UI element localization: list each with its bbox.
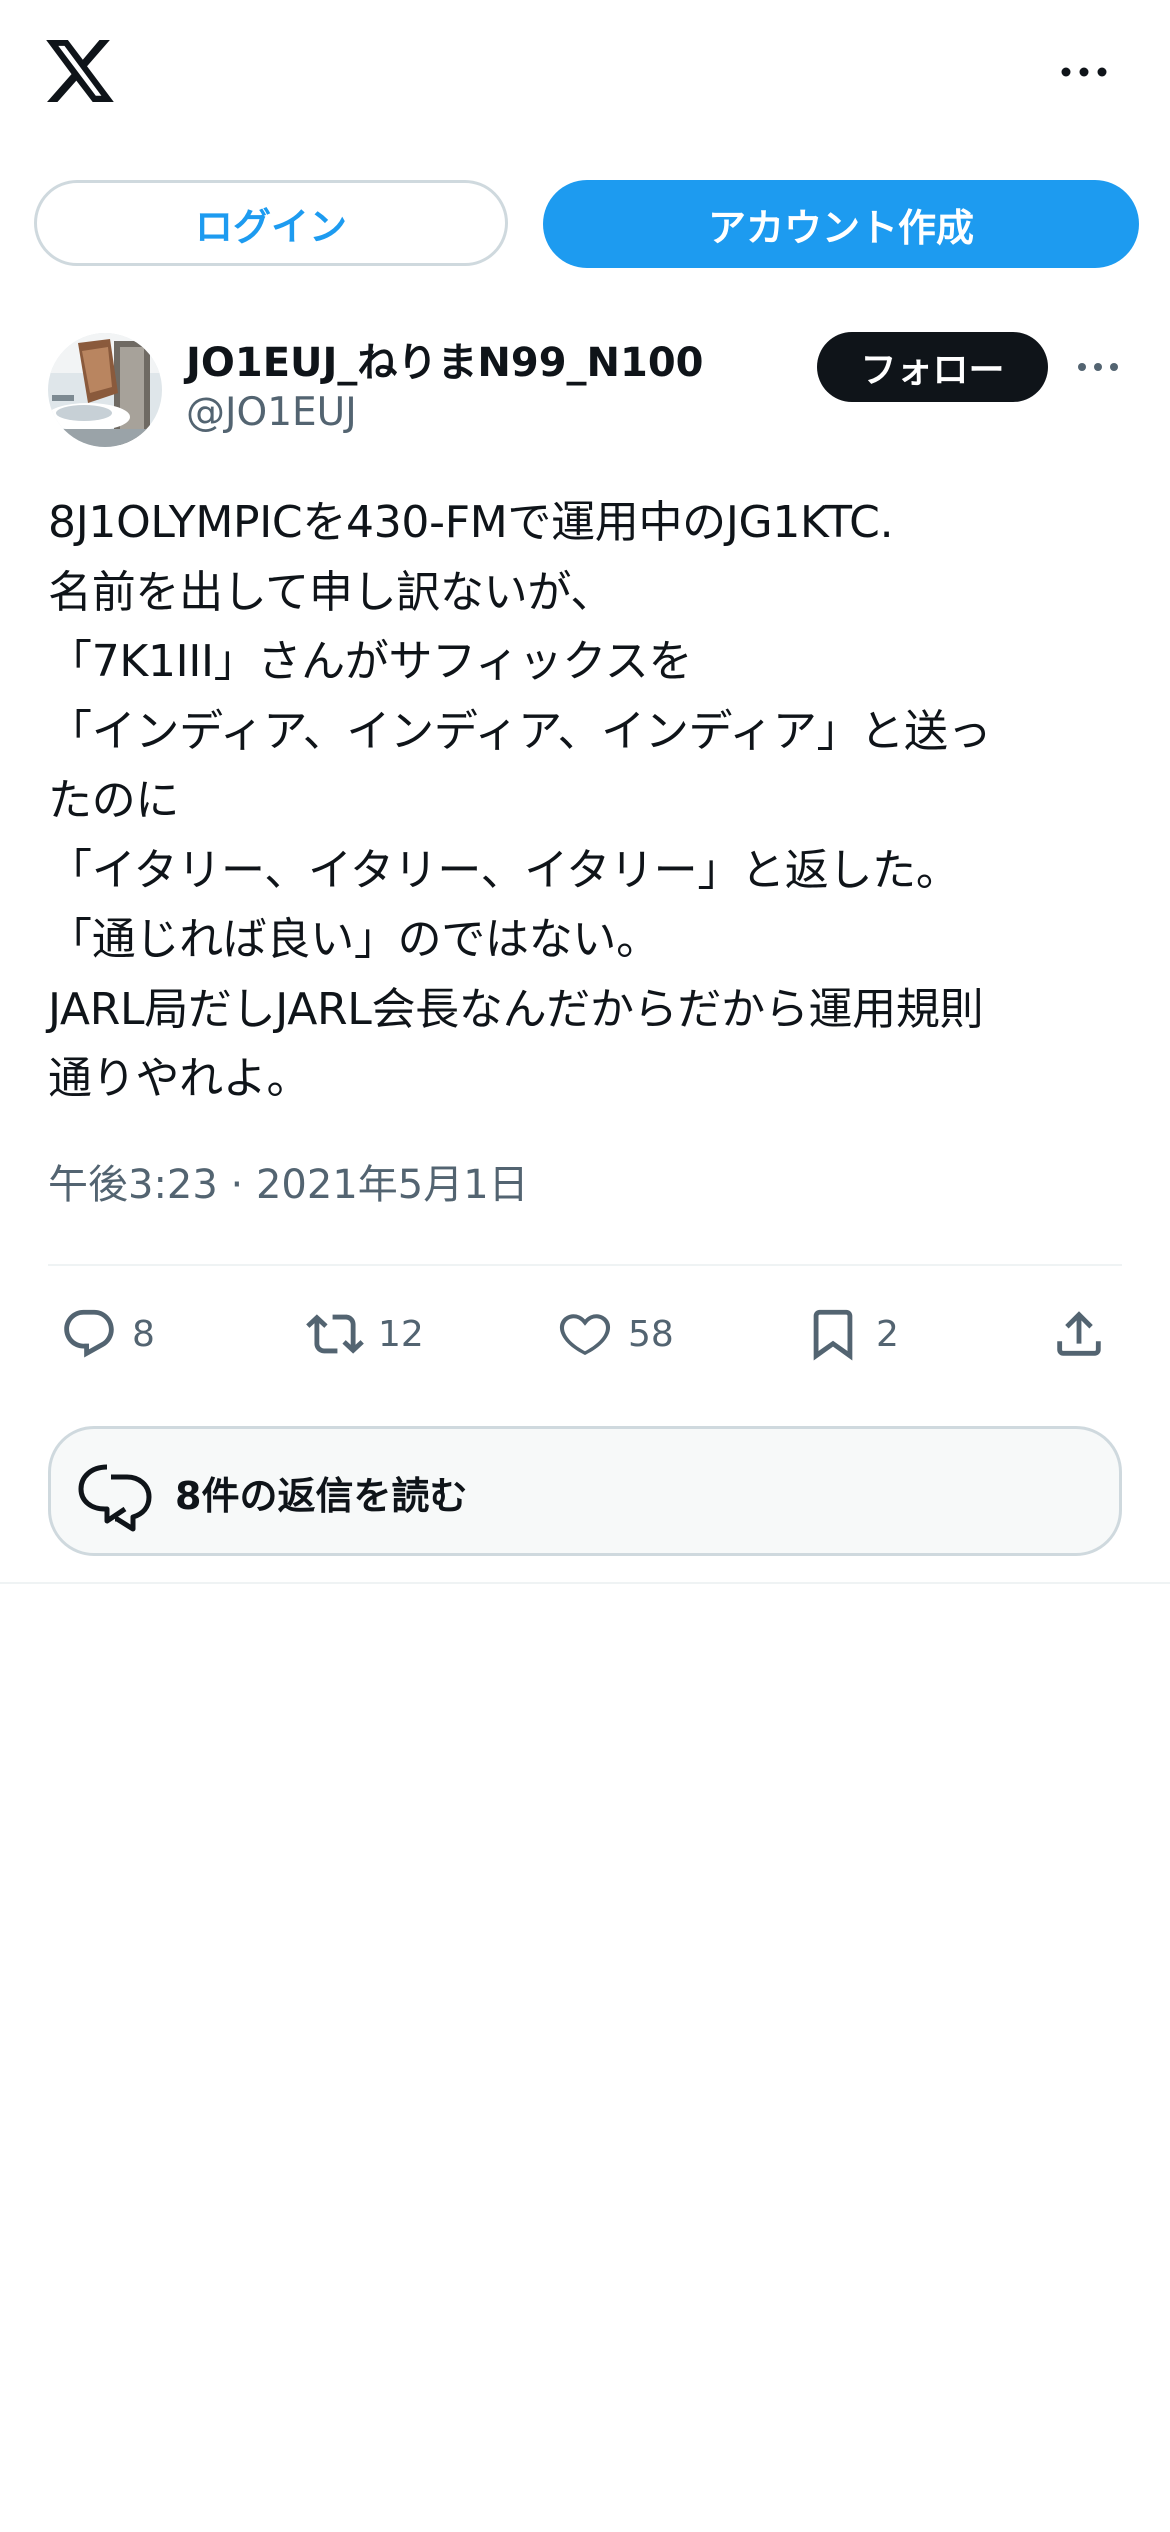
login-button[interactable]: ログイン: [34, 180, 508, 266]
bookmark-button[interactable]: 2: [804, 1296, 899, 1372]
bookmark-count: 2: [876, 1313, 899, 1355]
divider: [0, 1582, 1170, 1584]
reply-button[interactable]: 8: [60, 1296, 155, 1372]
reply-count: 8: [132, 1313, 155, 1355]
tweet-author: JO1EUJ_ねりまN99_N100 @JO1EUJ フォロー: [0, 328, 1170, 458]
top-bar: [0, 0, 1170, 150]
like-button[interactable]: 58: [556, 1296, 674, 1372]
more-horizontal-icon[interactable]: [1074, 352, 1122, 382]
conversation-icon: [78, 1464, 152, 1532]
read-replies-label: 8件の返信を読む: [175, 1474, 468, 1518]
heart-icon: [559, 1314, 611, 1356]
retweet-count: 12: [378, 1313, 424, 1355]
display-name[interactable]: JO1EUJ_ねりまN99_N100: [186, 330, 704, 388]
action-bar: 8 12 58 2: [0, 1296, 1170, 1372]
tweet-timestamp[interactable]: 午後3:23 · 2021年5月1日: [48, 1152, 529, 1210]
user-handle[interactable]: @JO1EUJ: [186, 390, 357, 435]
avatar-image: [48, 333, 162, 447]
auth-buttons: ログイン アカウント作成: [0, 178, 1170, 272]
follow-button[interactable]: フォロー: [817, 332, 1048, 402]
bookmark-icon: [813, 1309, 853, 1361]
create-account-button[interactable]: アカウント作成: [543, 180, 1139, 268]
divider: [48, 1264, 1122, 1266]
retweet-icon: [306, 1314, 364, 1354]
share-icon: [1057, 1311, 1101, 1356]
retweet-button[interactable]: 12: [306, 1296, 424, 1372]
reply-icon: [64, 1309, 114, 1358]
read-replies-button[interactable]: 8件の返信を読む: [48, 1426, 1122, 1556]
avatar[interactable]: [48, 333, 162, 447]
like-count: 58: [628, 1313, 674, 1355]
tweet-text: 8J1OLYMPICを430-FMで運用中のJG1KTC. 名前を出して申し訳な…: [48, 497, 992, 1104]
more-horizontal-icon[interactable]: [1058, 52, 1110, 92]
x-logo-icon[interactable]: [46, 40, 114, 102]
share-button[interactable]: [1050, 1296, 1108, 1372]
